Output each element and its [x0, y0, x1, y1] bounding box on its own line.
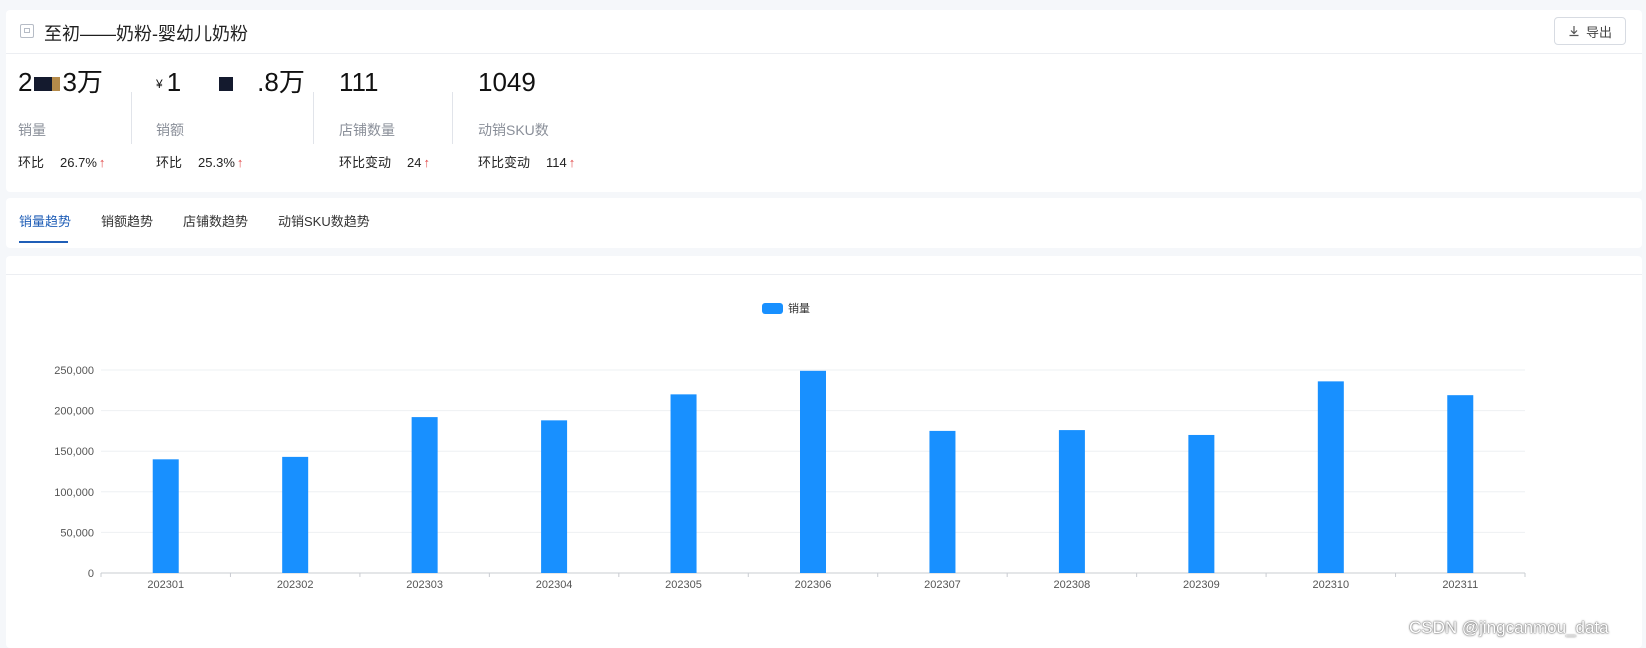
metric-label: 店铺数量	[339, 122, 395, 138]
arrow-up-icon: ↑	[568, 155, 576, 170]
divider	[131, 92, 132, 144]
y-tick-label: 100,000	[54, 487, 94, 499]
metric-sales-amount: ¥1.8万 销额 环比 25.3% ↑	[156, 65, 305, 170]
x-tick-label: 202308	[1054, 579, 1091, 591]
metric-label: 销额	[156, 122, 184, 138]
bar	[929, 430, 956, 573]
tab-store-count-trend[interactable]: 店铺数趋势	[183, 211, 248, 230]
metric-change: 环比 26.7% ↑	[18, 155, 106, 170]
x-tick-label: 202305	[665, 579, 702, 591]
metric-change: 环比变动 24 ↑	[339, 155, 430, 170]
bar-chart: 销量 0 50,000 100,000 150,000 200,000 250,000 202…	[54, 301, 1526, 591]
arrow-up-icon: ↑	[236, 155, 244, 170]
metric-sales-volume: 2 3万 销量 环比 26.7% ↑	[18, 65, 105, 170]
redaction-mark	[34, 77, 53, 92]
trend-tabs: 销量趋势 销额趋势 店铺数趋势 动销SKU数趋势	[6, 198, 1642, 248]
x-tick-label: 202309	[1183, 579, 1220, 591]
bar	[282, 456, 309, 573]
bar	[1058, 430, 1085, 573]
page-title: 至初——奶粉-婴幼儿奶粉	[44, 24, 248, 44]
legend-label: 销量	[788, 301, 810, 315]
tab-sales-volume-trend[interactable]: 销量趋势	[19, 211, 71, 230]
export-button[interactable]: 导出	[1554, 17, 1626, 45]
summary-card: 至初——奶粉-婴幼儿奶粉 导出 2 3万 销量 环比 26.7% ↑ ¥1.8万 销额…	[6, 10, 1642, 192]
metric-value: 1049	[478, 67, 536, 97]
tab-sales-amount-trend[interactable]: 销额趋势	[101, 211, 153, 230]
metric-active-sku: 1049 动销SKU数 环比变动 114 ↑	[478, 65, 575, 170]
y-tick-label: 150,000	[54, 446, 94, 458]
bar	[1447, 395, 1474, 573]
metric-store-count: 111 店铺数量 环比变动 24 ↑	[339, 65, 430, 170]
title-bar: 至初——奶粉-婴幼儿奶粉 导出	[6, 10, 1642, 54]
divider	[313, 92, 314, 144]
tab-active-sku-trend[interactable]: 动销SKU数趋势	[278, 211, 370, 230]
x-tick-label: 202304	[536, 579, 573, 591]
arrow-up-icon: ↑	[98, 155, 106, 170]
chart-panel: 销量 0 50,000 100,000 150,000 200,000 250,000 202…	[6, 256, 1642, 648]
y-tick-label: 50,000	[60, 527, 94, 539]
metric-label: 销量	[18, 122, 46, 138]
x-tick-label: 202306	[795, 579, 832, 591]
y-tick-label: 250,000	[54, 365, 94, 377]
x-tick-label: 202302	[277, 579, 314, 591]
image-icon	[20, 24, 34, 38]
active-tab-indicator	[19, 241, 68, 243]
bar	[800, 370, 826, 573]
metric-value: ¥1.8万	[156, 67, 305, 97]
legend-swatch	[762, 303, 783, 314]
watermark: CSDN @jingcanmou_data	[1409, 618, 1609, 637]
bar	[152, 459, 179, 573]
redaction-mark	[219, 77, 234, 92]
metric-value: 2 3万	[18, 67, 103, 97]
bar	[541, 420, 568, 573]
metric-change: 环比变动 114 ↑	[478, 155, 576, 170]
x-tick-label: 202303	[406, 579, 443, 591]
bar	[411, 417, 438, 573]
bar	[1317, 381, 1344, 573]
redaction-mark	[52, 77, 61, 92]
divider	[452, 92, 453, 144]
export-label: 导出	[1585, 24, 1612, 40]
x-tick-label: 202307	[924, 579, 961, 591]
arrow-up-icon: ↑	[423, 155, 430, 170]
metric-change: 环比 25.3% ↑	[156, 155, 244, 170]
y-tick-label: 200,000	[54, 406, 94, 418]
x-tick-label: 202311	[1442, 579, 1478, 591]
metric-value: 111	[339, 67, 379, 97]
bar	[1188, 434, 1215, 573]
x-tick-label: 202310	[1312, 579, 1349, 591]
y-tick-label: 0	[88, 568, 94, 580]
bar	[670, 394, 697, 573]
download-icon	[1569, 26, 1579, 37]
metric-label: 动销SKU数	[478, 122, 549, 138]
x-tick-label: 202301	[147, 579, 184, 591]
